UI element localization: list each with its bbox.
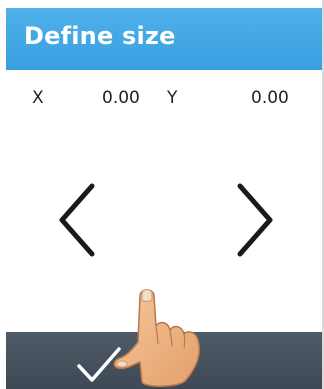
checkmark-icon	[77, 347, 121, 382]
chevron-right-icon	[237, 183, 273, 257]
previous-button[interactable]	[54, 180, 104, 260]
x-value: 0.00	[102, 88, 140, 108]
define-size-screen: Define size X 0.00 Y 0.00	[0, 0, 324, 389]
y-label: Y	[167, 88, 178, 108]
header-bar: Define size	[6, 8, 322, 70]
confirm-button[interactable]	[76, 344, 122, 384]
y-value: 0.00	[251, 88, 289, 108]
next-button[interactable]	[228, 180, 278, 260]
page-title: Define size	[24, 22, 176, 50]
x-label: X	[32, 88, 44, 108]
footer-bar	[6, 332, 322, 389]
chevron-left-icon	[59, 183, 95, 257]
